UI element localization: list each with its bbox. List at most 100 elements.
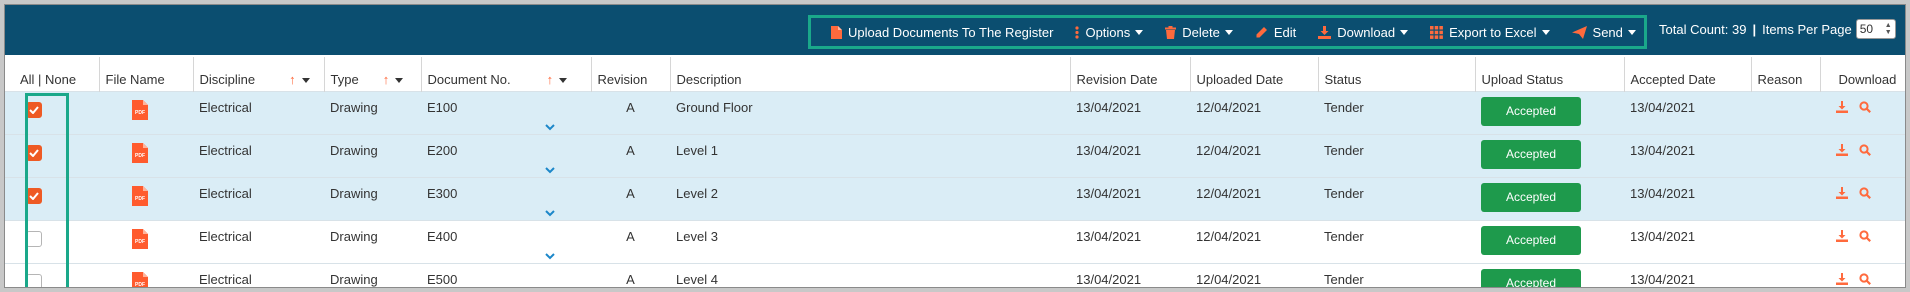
pdf-file-icon[interactable]: PDF (132, 228, 148, 252)
row-checkbox[interactable] (26, 144, 42, 161)
status-value: Tender (1324, 228, 1364, 244)
sort-arrow-icon[interactable]: ↑ (289, 72, 296, 87)
status-cell: Tender (1318, 219, 1475, 263)
row-checkbox[interactable] (26, 187, 42, 204)
expand-chevron-icon[interactable] (545, 119, 555, 134)
file-cell[interactable]: PDF (99, 133, 193, 177)
type-cell: Drawing (324, 133, 421, 177)
row-checkbox[interactable] (26, 230, 42, 247)
checkmark-icon (29, 191, 39, 200)
download-icon[interactable] (1836, 186, 1848, 202)
row-checkbox-cell[interactable] (5, 219, 99, 263)
pdf-file-icon[interactable]: PDF (132, 271, 148, 288)
table-row[interactable]: PDF Electrical Drawing E500 A Level 4 13… (5, 262, 1905, 288)
sort-arrow-icon[interactable]: ↑ (383, 72, 390, 87)
download-icon[interactable] (1836, 229, 1848, 245)
chevron-down-icon (1135, 29, 1144, 35)
description-value: Level 3 (676, 228, 718, 244)
discipline-cell: Electrical (193, 219, 324, 263)
reason-header: Reason (1757, 71, 1803, 87)
table-row[interactable]: PDF Electrical Drawing E300 A Level 2 13… (5, 176, 1905, 220)
download-icon[interactable] (1836, 272, 1848, 288)
row-checkbox[interactable] (26, 101, 42, 118)
col-discipline[interactable]: Discipline ↑ (193, 57, 325, 91)
col-uploaded-date: Uploaded Date (1190, 57, 1319, 91)
download-icon[interactable] (1836, 143, 1848, 159)
options-label: Options (1085, 24, 1131, 40)
pdf-file-icon[interactable]: PDF (132, 185, 148, 209)
col-type[interactable]: Type ↑ (324, 57, 422, 91)
all-none-toggle[interactable]: All | None (20, 72, 76, 87)
upload-documents-button[interactable]: Upload Documents To The Register (831, 25, 1053, 40)
search-icon[interactable] (1859, 229, 1871, 245)
total-count: Total Count: 39 (1659, 21, 1747, 37)
pdf-file-icon[interactable]: PDF (132, 142, 148, 166)
row-checkbox[interactable] (26, 273, 42, 287)
download-cell (1820, 176, 1905, 220)
status-cell: Tender (1318, 176, 1475, 220)
discipline-cell: Electrical (193, 262, 324, 287)
document-no-value: E200 (427, 142, 458, 158)
discipline-cell: Electrical (193, 176, 324, 220)
svg-text:PDF: PDF (135, 282, 145, 288)
filter-caret-icon[interactable] (301, 77, 310, 83)
spinner-icon[interactable]: ▲ ▼ (1885, 22, 1892, 36)
table-row[interactable]: PDF Electrical Drawing E400 A Level 3 13… (5, 219, 1905, 263)
export-to-excel-button[interactable]: Export to Excel (1430, 25, 1550, 40)
search-icon[interactable] (1859, 143, 1871, 159)
upload-status-cell: Accepted (1475, 219, 1624, 263)
download-dropdown-button[interactable]: Download (1318, 25, 1409, 40)
col-all-none[interactable]: All | None (5, 57, 100, 91)
checkmark-icon (29, 148, 39, 157)
separator: | (1752, 21, 1757, 37)
upload-documents-label: Upload Documents To The Register (848, 24, 1054, 40)
edit-button[interactable]: Edit (1255, 25, 1296, 40)
expand-chevron-icon[interactable] (545, 205, 555, 220)
download-cell (1820, 262, 1905, 288)
send-dropdown-button[interactable]: Send (1571, 25, 1636, 40)
document-no-value: E400 (427, 228, 458, 244)
document-no-cell: E400 (421, 219, 591, 263)
col-document-no[interactable]: Document No. ↑ (421, 57, 592, 91)
download-cell (1820, 219, 1905, 263)
table-row[interactable]: PDF Electrical Drawing E100 A Ground Flo… (5, 90, 1905, 134)
search-icon[interactable] (1859, 100, 1871, 116)
revision-date-value: 13/04/2021 (1076, 185, 1142, 201)
row-checkbox-cell[interactable] (5, 262, 99, 287)
type-value: Drawing (330, 185, 378, 201)
row-checkbox-cell[interactable] (5, 176, 99, 220)
upload-status-cell: Accepted (1475, 262, 1624, 287)
pencil-icon (1255, 26, 1268, 39)
pagination-info: Total Count: 39 | Items Per Page 50 ▲ ▼ (1659, 19, 1896, 39)
table-row[interactable]: PDF Electrical Drawing E200 A Level 1 13… (5, 133, 1905, 177)
pdf-file-icon[interactable]: PDF (132, 99, 148, 123)
expand-chevron-icon[interactable] (545, 248, 555, 263)
upload-status-cell: Accepted (1475, 176, 1624, 220)
type-cell: Drawing (324, 90, 421, 134)
options-dropdown-button[interactable]: Options (1075, 24, 1144, 40)
download-icon[interactable] (1836, 100, 1848, 116)
items-per-page-input[interactable]: 50 ▲ ▼ (1855, 19, 1896, 39)
uploaded-date-value: 12/04/2021 (1196, 185, 1262, 201)
row-checkbox-cell[interactable] (5, 90, 99, 134)
revision-cell: A (591, 133, 670, 177)
delete-dropdown-button[interactable]: Delete (1165, 25, 1233, 40)
uploaded-date-cell: 12/04/2021 (1190, 262, 1318, 287)
chevron-down-icon (1224, 29, 1233, 35)
filter-caret-icon[interactable] (395, 77, 404, 83)
file-cell[interactable]: PDF (99, 219, 193, 263)
delete-label: Delete (1182, 24, 1220, 40)
file-cell[interactable]: PDF (99, 176, 193, 220)
download-cell (1820, 90, 1905, 134)
chevron-down-icon (1541, 29, 1550, 35)
search-icon[interactable] (1859, 272, 1871, 288)
expand-chevron-icon[interactable] (545, 162, 555, 177)
filter-caret-icon[interactable] (559, 77, 568, 83)
file-cell[interactable]: PDF (99, 90, 193, 134)
search-icon[interactable] (1859, 186, 1871, 202)
edit-label: Edit (1273, 24, 1297, 40)
row-checkbox-cell[interactable] (5, 133, 99, 177)
sort-arrow-icon[interactable]: ↑ (547, 72, 554, 87)
accepted-status-badge: Accepted (1481, 139, 1581, 169)
file-cell[interactable]: PDF (99, 262, 193, 288)
